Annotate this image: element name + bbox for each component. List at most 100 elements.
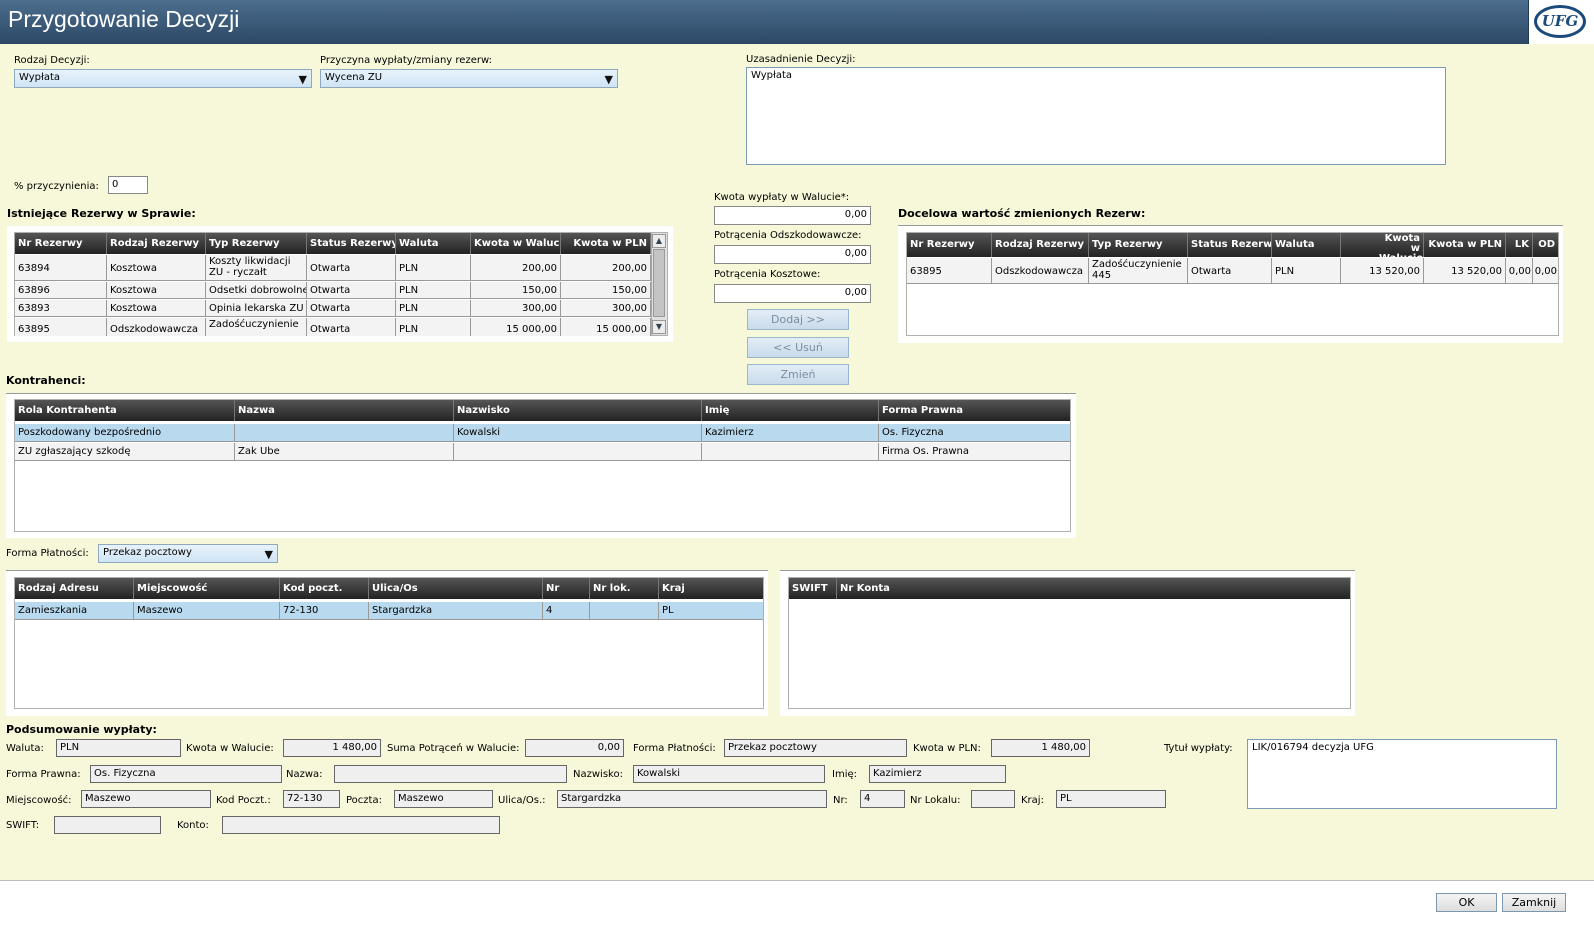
column-header[interactable]: Kwota w PLN [1424,233,1506,257]
payout-title-textarea[interactable]: LIK/016794 decyzja UFG [1247,739,1557,809]
table-row[interactable]: 63895 Odszkodowawcza Zadośćuczynienie 44… [907,258,1558,284]
cell: Zadośćuczynienie 445 [1089,258,1188,283]
cell: 13 520,00 [1341,258,1424,283]
account-field [222,816,500,834]
column-header[interactable]: LK [1506,233,1533,257]
column-header[interactable]: Kwota w Walucie [1341,233,1424,257]
payment-form-select[interactable]: Przekaz pocztowy ▼ [98,544,278,563]
change-button[interactable]: Zmień [747,364,849,385]
swift-field [54,816,161,834]
cell [454,443,702,460]
table-row[interactable]: 63894 Kosztowa Koszty likwidacji ZU - ry… [15,255,651,281]
comp-deduction-input[interactable]: 0,00 [714,245,871,264]
chevron-down-icon: ▼ [604,73,613,86]
column-header[interactable]: Kraj [659,578,763,599]
table-row[interactable]: ZU zgłaszający szkodę Zak Ube Firma Os. … [15,443,1070,461]
add-button[interactable]: Dodaj >> [747,309,849,330]
contractors-title: Kontrahenci: [6,374,86,387]
cell: 300,00 [471,300,561,316]
legal-form-label: Forma Prawna: [6,769,81,780]
cell: 4 [543,602,590,619]
column-header[interactable]: Nazwisko [454,400,702,421]
payout-title-label: Tytuł wypłaty: [1164,743,1233,754]
table-row[interactable]: Zamieszkania Maszewo 72-130 Stargardzka … [15,602,763,620]
column-header[interactable]: Imię [702,400,879,421]
cell: 63895 [907,258,992,283]
column-header[interactable]: Nr lok. [590,578,659,599]
column-header[interactable]: Waluta [396,233,471,254]
decision-type-value: Wypłata [19,72,60,83]
deductions-label: Suma Potrąceń w Walucie: [387,743,520,754]
cell: 0,00 [1534,266,1557,277]
chevron-down-icon: ▼ [298,73,307,86]
cost-deduction-input[interactable]: 0,00 [714,284,871,303]
payment-form-value: Przekaz pocztowy [103,547,192,558]
close-button[interactable]: Zamknij [1502,893,1566,912]
column-header[interactable]: Status Rezerwy [1188,233,1272,257]
cell: Kowalski [454,424,702,441]
addresses-header: Rodzaj Adresu Miejscowość Kod poczt. Uli… [15,578,763,599]
column-header[interactable]: Status Rezerwy [307,233,396,254]
contribution-input[interactable]: 0 [108,176,148,194]
amount-label: Kwota w Walucie: [186,743,274,754]
cell: Odsetki dobrowolne [206,282,307,298]
table-row[interactable]: 63896 Kosztowa Odsetki dobrowolne Otwart… [15,282,651,299]
payout-label: Kwota wypłaty w Walucie*: [714,192,850,203]
scroll-up-icon[interactable]: ▲ [652,234,666,248]
existing-reserves-table: Nr Rezerwy Rodzaj Rezerwy Typ Rezerwy St… [14,232,668,336]
column-header[interactable]: Rodzaj Rezerwy [107,233,206,254]
cell: Otwarta [307,282,396,298]
column-header[interactable]: OD [1533,233,1558,257]
cell: 200,00 [471,255,561,280]
column-header[interactable]: Typ Rezerwy [1089,233,1188,257]
column-header[interactable]: Nr Rezerwy [907,233,992,257]
deductions-field: 0,00 [525,739,624,757]
city-field: Maszewo [81,790,211,808]
column-header[interactable]: Miejscowość [134,578,280,599]
post-label: Poczta: [346,795,382,806]
column-header[interactable]: Nr Rezerwy [15,233,107,254]
cell: Maszewo [134,602,280,619]
column-header[interactable]: Kwota w PLN [561,233,651,254]
decision-type-select[interactable]: Wypłata ▼ [14,69,312,88]
cell: Kosztowa [107,282,206,298]
column-header[interactable]: Nr [543,578,590,599]
account-label: Konto: [177,820,209,831]
scroll-down-icon[interactable]: ▼ [652,320,666,334]
cell: 150,00 [471,282,561,298]
cell: Zamieszkania [15,602,134,619]
column-header[interactable]: Rola Kontrahenta [15,400,235,421]
chevron-down-icon: ▼ [264,548,273,561]
cell: ZU zgłaszający szkodę [15,443,235,460]
column-header[interactable]: Rodzaj Rezerwy [992,233,1089,257]
column-header[interactable]: Nr Konta [837,578,1350,599]
currency-label: Waluta: [6,743,44,754]
table-row[interactable]: 63895 Odszkodowawcza Zadośćuczynienie Ot… [15,318,651,336]
ok-button[interactable]: OK [1436,893,1497,912]
column-header[interactable]: Kod poczt. [280,578,369,599]
column-header[interactable]: Forma Prawna [879,400,1070,421]
column-header[interactable]: SWIFT [789,578,837,599]
name-field [334,765,567,783]
cell: Otwarta [307,255,396,280]
currency-field: PLN [56,739,181,757]
column-header[interactable]: Ulica/Os [369,578,543,599]
justification-textarea[interactable]: Wypłata [746,67,1446,165]
column-header[interactable]: Kwota w Walucie [471,233,561,254]
surname-label: Nazwisko: [573,769,623,780]
cell: 15 000,00 [561,318,651,336]
city-label: Miejscowość: [6,795,72,806]
column-header[interactable]: Waluta [1272,233,1341,257]
cell: Otwarta [307,300,396,316]
column-header[interactable]: Nazwa [235,400,454,421]
column-header[interactable]: Rodzaj Adresu [15,578,134,599]
cell: PLN [396,300,471,316]
scroll-thumb[interactable] [653,249,665,317]
table-row[interactable]: 63893 Kosztowa Opinia lekarska ZU Otwart… [15,300,651,317]
remove-button[interactable]: << Usuń [747,337,849,358]
table-row[interactable]: Poszkodowany bezpośrednio Kowalski Kazim… [15,424,1070,442]
reason-select[interactable]: Wycena ZU ▼ [320,69,618,88]
post-field: Maszewo [394,790,493,808]
payout-input[interactable]: 0,00 [714,206,871,225]
column-header[interactable]: Typ Rezerwy [206,233,307,254]
